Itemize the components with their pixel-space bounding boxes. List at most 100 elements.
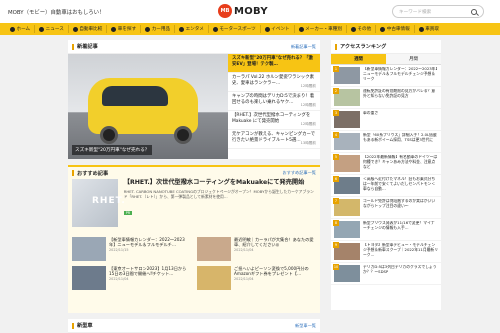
featured-item[interactable]: カーラパ Vol.22 ホルン愛姿ワラシック素史、愛車はランクラー… 12時間前 <box>228 73 320 92</box>
recommended-more-link[interactable]: おすすめ記事一覧 <box>282 170 316 176</box>
wheel-icon <box>174 126 192 144</box>
ranking-number: 1 <box>333 66 339 72</box>
ranking-item[interactable]: 2 運転免許証の有効期限の見方がバレる？意外と知らない免許証の見方 <box>331 87 441 109</box>
ranking-item[interactable]: 1 【新型車情報カレンダー：2022〜2023年】ニューモデル＆フルモデルチェンジ… <box>331 65 441 87</box>
recommended-main[interactable]: RHET. 【RHET.】次世代型撥水コーティングをMakuakeにて発売開始 … <box>72 179 316 235</box>
ranking-item[interactable]: 10 デリカD:5は3列目デリカのクラスでしょうか？？ーSDSP <box>331 263 441 285</box>
ranking-title: アクセスランキング <box>340 44 387 50</box>
rec-card-title[interactable]: ご担へいよピーソン変換で5,000円分のAmazonギフト券をプレゼント【… <box>234 266 316 277</box>
nav-label: カー用品 <box>151 27 171 32</box>
ranking-item[interactable]: 9 【トヨタ】新型車デビュー・モデルチェンジ予想＆新車スクープ｜2022年11月最… <box>331 241 441 263</box>
site-logo[interactable]: MB MOBY <box>218 4 268 18</box>
ranking-header: アクセスランキング <box>331 40 441 54</box>
nav-item[interactable]: エンタメ <box>175 25 209 33</box>
rec-image-text: RHET. <box>92 196 126 206</box>
nav-item[interactable]: カー用品 <box>141 25 176 33</box>
nav-item[interactable]: 車買取 <box>415 25 443 33</box>
recommended-grid: 【新型車情報カレンダー：2022〜2023年】ニューモデル＆フルモデルチ… 202… <box>72 237 316 292</box>
nav-label: モータースポーツ <box>219 27 256 32</box>
star-icon <box>179 26 185 32</box>
hero-image[interactable]: スズキ新型"20万円車"なぜ売れる？ <box>68 54 228 159</box>
nav-item[interactable]: ホーム <box>6 25 36 33</box>
wheel-icon <box>100 126 118 144</box>
nav-label: メーカー・車種別 <box>305 27 342 32</box>
rec-card-thumbnail[interactable] <box>197 266 231 290</box>
ranking-text[interactable]: 新型「60系プリウス」詳細入手！2.0L搭載もある新ボイーム採用、TSSは更3世… <box>363 133 438 150</box>
rec-card-title[interactable]: 【東京オートサロン2023】1月13日から15日の3日間で開催へ‼チケット… <box>109 266 191 277</box>
featured-item[interactable]: キャンプの時間はデリカD:5で決まり！着回せるのも楽しい乗れるヤク… 12時間前 <box>228 92 320 111</box>
tab-weekly[interactable]: 週間 <box>331 54 386 65</box>
nav-label: イベント <box>271 27 290 32</box>
ranking-number: 5 <box>333 154 339 160</box>
nav-item[interactable]: その他 <box>347 25 377 33</box>
nav-item[interactable]: イベント <box>261 25 295 33</box>
featured-item[interactable]: 【RHET.】次世代型撥水コーティングをMakuake にて発売開始 12時間前 <box>228 111 320 130</box>
tab-monthly[interactable]: 月間 <box>386 54 441 65</box>
ranking-item[interactable]: 4 新型「60系プリウス」詳細入手！2.0L搭載もある新ボイーム採用、TSSは更3… <box>331 131 441 153</box>
featured-item[interactable]: 元ケアコンが教える、キャンピングカーで行きたい絶景ドライブルート5選… 13時間前 <box>228 130 320 149</box>
featured-item-time: 12時間前 <box>300 103 316 108</box>
news-icon <box>39 26 45 32</box>
ranking-text[interactable]: 運転免許証の有効期限の見方がバレる？意外と知らない免許証の見方 <box>363 89 438 106</box>
ranking-text[interactable]: 【トヨタ】新型車デビュー・モデルチェンジ予想＆新車スクープ｜2022年11月最新… <box>363 243 438 260</box>
nav-label: 車を探す <box>117 27 137 32</box>
bag-icon <box>145 26 151 32</box>
recommended-title: おすすめ記事 <box>77 170 109 177</box>
ranking-text[interactable]: ＜高級へ近付けたマネル！旧もお乗式分ちは一年前で安くてよいだしセンパトモン＜車な… <box>363 177 438 194</box>
rec-card[interactable]: ご担へいよピーソン変換で5,000円分のAmazonギフト券をプレゼント【… 20… <box>197 266 316 292</box>
nav-label: エンタメ <box>185 27 204 32</box>
rec-card-thumbnail[interactable] <box>72 266 106 290</box>
hero-caption: スズキ新型"20万円車"なぜ売れる？ <box>72 145 153 155</box>
compare-icon <box>72 26 78 32</box>
featured-item[interactable]: スズキ新型"20万円車"なぜ売れる？「激安EV」登場！テク製… <box>228 54 320 73</box>
ranking-text[interactable]: 新型プリウス発表が11/16で変更！マイナーチェンジの情報も入手… <box>363 221 438 238</box>
ranking-item[interactable]: 5 【2022年最新情報】有名動車のドイツーは何種でき？キャンあみ方法や料金、注意… <box>331 153 441 175</box>
rec-card-date: 2022/11/04 <box>109 276 129 281</box>
featured-more-link[interactable]: 新着記事一覧 <box>291 44 316 50</box>
home-icon <box>10 26 15 32</box>
ranking-text[interactable]: デリカD:5は3列目デリカのクラスでしょうか？？ーSDSP <box>363 265 438 282</box>
recommended-block: おすすめ記事 おすすめ記事一覧 RHET. 【RHET.】次世代型撥水コーティン… <box>68 165 320 313</box>
new-cars-more-link[interactable]: 新型車一覧 <box>295 323 316 329</box>
nav-item[interactable]: 自動車比較 <box>69 25 108 33</box>
rec-card-title[interactable]: 最近明敏｜カーラパが大集合！あなたの愛車、紹介してください◎ <box>234 237 316 248</box>
nav-label: ホーム <box>16 27 31 32</box>
ranking-sidebar: アクセスランキング 週間 月間 1 【新型車情報カレンダー：2022〜2023年】… <box>331 40 441 310</box>
nav-label: ニュース <box>45 27 64 32</box>
nav-item[interactable]: 車を探す <box>107 25 142 33</box>
rec-card-thumbnail[interactable] <box>197 237 231 261</box>
car-window <box>102 86 168 106</box>
nav-item[interactable]: ニュース <box>35 25 69 33</box>
ranking-text[interactable]: ゴールド免許は何段階するのか実はがいいながらトップ注目の違い〜 <box>363 199 438 216</box>
rec-card-date: 2022/11/04 <box>234 276 254 281</box>
ranking-item[interactable]: 3 車の重さ <box>331 109 441 131</box>
search-icon[interactable] <box>471 8 477 15</box>
featured-item-time: 13時間前 <box>300 141 316 146</box>
ranking-number: 8 <box>333 220 339 226</box>
new-cars-title: 新型車 <box>77 323 93 329</box>
ranking-text[interactable]: 車の重さ <box>363 111 378 128</box>
ranking-text[interactable]: 【2022年最新情報】有名動車のドイツーは何種でき？キャンあみ方法や料金、注意点… <box>363 155 438 172</box>
ranking-text[interactable]: 【新型車情報カレンダー：2022〜2023年】ニューモデル＆フルモデルチェンジ予… <box>363 67 438 84</box>
ranking-item[interactable]: 7 ゴールド免許は何段階するのか実はがいいながらトップ注目の違い〜 <box>331 197 441 219</box>
rec-main-image[interactable]: RHET. <box>72 179 125 227</box>
rec-card-thumbnail[interactable] <box>72 237 106 261</box>
rec-card[interactable]: 【新型車情報カレンダー：2022〜2023年】ニューモデル＆フルモデルチ… 202… <box>72 237 191 263</box>
rec-card-title[interactable]: 【新型車情報カレンダー：2022〜2023年】ニューモデル＆フルモデルチ… <box>109 237 191 248</box>
search-box[interactable]: キーワード検索 <box>392 5 484 18</box>
featured-item-text: 【RHET.】次世代型撥水コーティングをMakuake にて発売開始 <box>232 113 311 124</box>
section-bar <box>72 43 74 50</box>
ranking-item[interactable]: 6 ＜高級へ近付けたマネル！旧もお乗式分ちは一年前で安くてよいだしセンパトモン＜車… <box>331 175 441 197</box>
ranking-list: 1 【新型車情報カレンダー：2022〜2023年】ニューモデル＆フルモデルチェンジ… <box>331 65 441 285</box>
nav-item[interactable]: 中古車情報 <box>376 25 415 33</box>
used-car-icon <box>380 26 386 32</box>
list-icon <box>298 26 304 32</box>
rec-card-date: 2022/11/15 <box>109 247 129 252</box>
nav-item[interactable]: メーカー・車種別 <box>295 25 347 33</box>
rec-card[interactable]: 【東京オートサロン2023】1月13日から15日の3日間で開催へ‼チケット… 20… <box>72 266 191 292</box>
rec-main-title[interactable]: 【RHET.】次世代型撥水コーティングをMakuakeにて発売開始 <box>124 179 316 187</box>
search-input[interactable]: キーワード検索 <box>399 9 471 15</box>
rec-card[interactable]: 最近明敏｜カーラパが大集合！あなたの愛車、紹介してください◎ 2022/11/04 <box>197 237 316 263</box>
nav-item[interactable]: モータースポーツ <box>209 25 261 33</box>
ranking-item[interactable]: 8 新型プリウス発表が11/16で変更！マイナーチェンジの情報も入手… <box>331 219 441 241</box>
